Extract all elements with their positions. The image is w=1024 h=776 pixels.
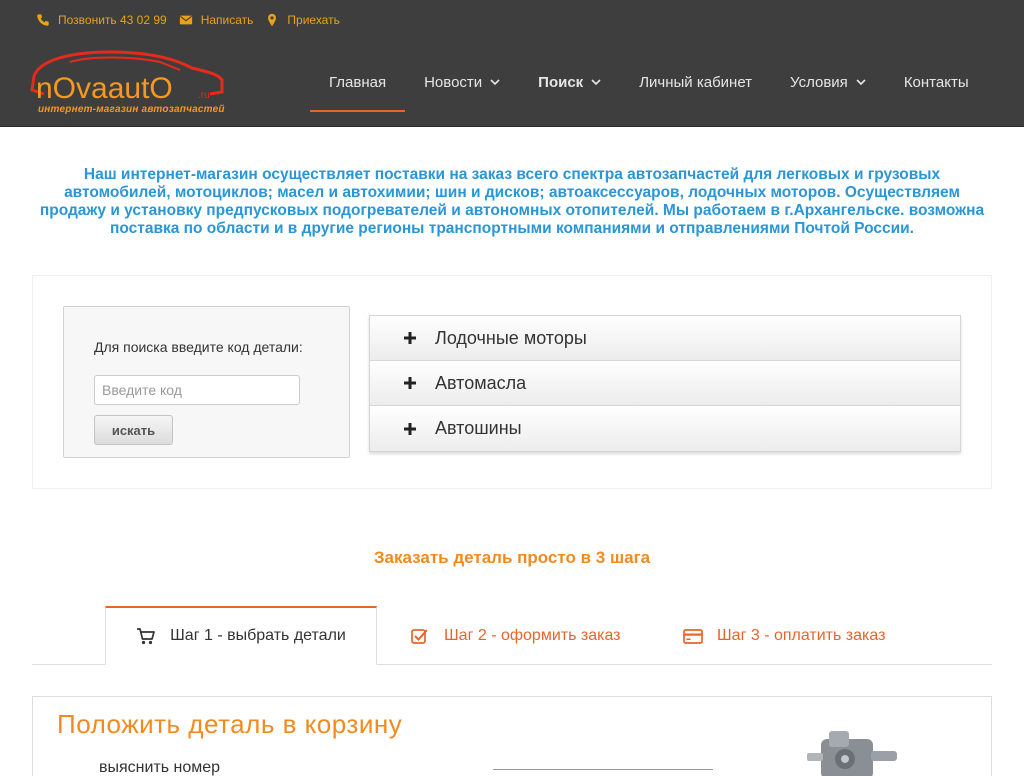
search-button[interactable]: искать xyxy=(94,415,173,445)
topbar: Позвонить 43 02 99 Написать Приехать xyxy=(36,12,352,28)
topbar-write-label: Написать xyxy=(200,13,254,27)
topbar-visit-label: Приехать xyxy=(287,13,340,27)
accordion-item-motor-oils[interactable]: Автомасла xyxy=(370,361,960,406)
plus-icon xyxy=(404,377,416,389)
site-logo[interactable]: nOvaautO .ru интернет-магазин автозапчас… xyxy=(30,48,226,120)
tab-step-3[interactable]: Шаг 3 - оплатить заказ xyxy=(683,606,885,665)
nav-item-label: Новости xyxy=(424,73,483,91)
step-banner: Положить деталь в корзину выяснить номер xyxy=(32,696,992,776)
part-search-box: Для поиска введите код детали: искать xyxy=(63,306,350,458)
credit-card-icon xyxy=(683,628,703,644)
part-code-input[interactable] xyxy=(94,375,300,405)
nav-item-label: Контакты xyxy=(903,73,969,91)
topbar-visit-link[interactable]: Приехать xyxy=(265,13,340,27)
plus-icon xyxy=(404,422,416,435)
chevron-down-icon xyxy=(591,79,601,86)
nav-item-account[interactable]: Личный кабинет xyxy=(620,52,771,112)
nav-item-home[interactable]: Главная xyxy=(310,52,406,112)
cart-icon xyxy=(137,628,155,645)
tab-label: Шаг 3 - оплатить заказ xyxy=(717,626,886,644)
banner-title: Положить деталь в корзину xyxy=(57,709,403,739)
envelope-icon xyxy=(179,15,192,25)
main-nav: Главная Новости Поиск Личный кабинет Усл… xyxy=(310,52,988,112)
tab-label: Шаг 1 - выбрать детали xyxy=(170,627,346,644)
intro-text: Наш интернет-магазин осуществляет постав… xyxy=(39,166,985,237)
topbar-write-link[interactable]: Написать xyxy=(179,13,254,27)
plus-icon xyxy=(404,332,416,344)
chevron-down-icon xyxy=(490,79,500,86)
steps-title: Заказать деталь просто в 3 шага xyxy=(373,548,651,567)
nav-item-search[interactable]: Поиск xyxy=(519,52,620,112)
site-header: Позвонить 43 02 99 Написать Приехать nOv… xyxy=(0,0,1024,127)
category-accordion: Лодочные моторы Автомасла Автошины xyxy=(369,315,961,452)
search-label: Для поиска введите код детали: xyxy=(94,339,303,355)
topbar-call-link[interactable]: Позвонить 43 02 99 xyxy=(36,13,167,27)
nav-item-contacts[interactable]: Контакты xyxy=(885,52,988,112)
accordion-label: Автомасла xyxy=(435,372,527,393)
car-outline-logo-icon: nOvaautO .ru xyxy=(30,50,224,105)
tab-label: Шаг 2 - оформить заказ xyxy=(444,626,621,644)
tab-step-2[interactable]: Шаг 2 - оформить заказ xyxy=(410,606,621,665)
logo-suffix: .ru xyxy=(198,90,210,101)
nav-item-terms[interactable]: Условия xyxy=(771,52,885,112)
nav-item-label: Поиск xyxy=(538,73,584,91)
chevron-down-icon xyxy=(856,79,866,86)
logo-tagline: интернет-магазин автозапчастей xyxy=(38,104,225,115)
auto-part-image xyxy=(807,731,897,776)
topbar-call-label: Позвонить 43 02 99 xyxy=(58,13,167,27)
banner-divider xyxy=(493,769,713,770)
nav-item-label: Условия xyxy=(790,73,848,91)
nav-item-label: Личный кабинет xyxy=(639,73,753,91)
nav-item-news[interactable]: Новости xyxy=(405,52,519,112)
accordion-label: Лодочные моторы xyxy=(435,327,587,348)
logo-text: nOvaautO xyxy=(36,72,173,104)
phone-icon xyxy=(37,14,49,26)
nav-item-label: Главная xyxy=(329,73,387,91)
map-marker-icon xyxy=(268,13,277,27)
checkbox-icon xyxy=(411,628,428,644)
accordion-label: Автошины xyxy=(435,418,522,438)
accordion-item-tires[interactable]: Автошины xyxy=(370,406,960,451)
tab-step-1[interactable]: Шаг 1 - выбрать детали xyxy=(105,606,377,665)
accordion-item-boat-motors[interactable]: Лодочные моторы xyxy=(370,316,960,361)
